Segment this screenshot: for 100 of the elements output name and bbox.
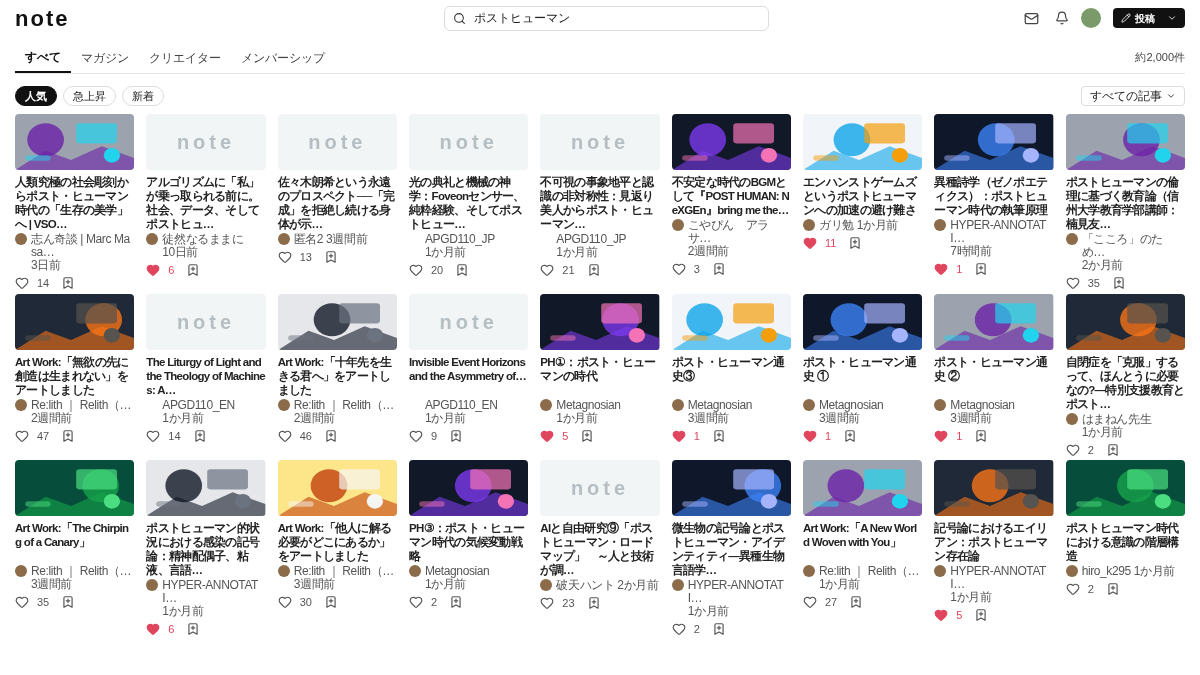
author-name[interactable]: HYPER-ANNOTATI… — [162, 579, 266, 605]
tab[interactable]: マガジン — [71, 42, 139, 73]
magazine-add-icon[interactable] — [61, 428, 76, 443]
author-avatar[interactable] — [540, 398, 553, 411]
magazine-add-icon[interactable] — [711, 428, 726, 443]
author-name[interactable]: Metagnosian — [687, 398, 752, 412]
like-icon[interactable] — [409, 263, 423, 278]
author-name[interactable]: APGD110_EN — [162, 398, 235, 412]
like-icon[interactable] — [1065, 582, 1080, 597]
author-name[interactable]: APGD110_JP — [425, 233, 495, 246]
author-avatar[interactable] — [15, 565, 27, 577]
like-icon[interactable] — [803, 595, 817, 610]
article-title[interactable]: 微生物の記号論とポストヒューマン・アイデンティティ―異種生物言語学… — [671, 521, 791, 577]
like-icon[interactable] — [671, 262, 686, 277]
author-name[interactable]: Metagnosian — [819, 398, 884, 412]
article-title[interactable]: ポスト・ヒューマン通史③ — [671, 354, 791, 397]
article-title[interactable]: 異種詩学（ゼノポエティクス）：ポストヒューマン時代の執筆原理 — [934, 175, 1054, 217]
magazine-add-icon[interactable] — [323, 595, 338, 610]
author-name[interactable]: 徒然なるままに — [162, 233, 244, 246]
author-avatar[interactable] — [1065, 565, 1078, 577]
author-avatar[interactable] — [540, 579, 553, 591]
like-icon[interactable] — [146, 622, 161, 637]
author-name[interactable]: HYPER-ANNOTATI… — [950, 219, 1054, 245]
magazine-add-icon[interactable] — [974, 608, 989, 623]
article-title[interactable]: Invisible Event Horizons and the Asymmetry of… — [409, 354, 529, 397]
author-name[interactable]: こやぴん アラサ… — [687, 219, 791, 245]
tab[interactable]: クリエイター — [139, 42, 231, 73]
article-title[interactable]: 佐々木朗希という永遠のプロスペクト──「完成」を拒絶し続ける身体が示… — [277, 175, 397, 231]
like-icon[interactable] — [409, 428, 423, 443]
search-field[interactable]: ポストヒューマン — [444, 5, 770, 31]
author-avatar[interactable] — [15, 398, 27, 411]
like-icon[interactable] — [409, 595, 423, 610]
magazine-add-icon[interactable] — [711, 622, 726, 637]
magazine-add-icon[interactable] — [843, 428, 858, 443]
magazine-add-icon[interactable] — [192, 428, 207, 443]
like-icon[interactable] — [934, 262, 949, 277]
like-icon[interactable] — [146, 428, 161, 443]
author-avatar[interactable] — [803, 398, 815, 411]
like-icon[interactable] — [15, 595, 29, 610]
author-name[interactable]: 破天ハント — [556, 579, 615, 592]
author-avatar[interactable] — [409, 565, 421, 577]
author-name[interactable]: hiro_k295 — [1081, 565, 1131, 578]
like-icon[interactable] — [934, 608, 949, 623]
author-name[interactable]: 志ん奇談 | Marc Masa… — [31, 233, 135, 259]
article-title[interactable]: ポスト・ヒューマン通史 ① — [803, 354, 923, 397]
author-avatar[interactable] — [934, 565, 947, 577]
author-avatar[interactable] — [146, 579, 159, 591]
article-title[interactable]: 不可視の事象地平と認識の非対称性：見返り美人からポスト・ヒューマン… — [540, 175, 660, 231]
like-icon[interactable] — [803, 428, 817, 443]
author-avatar[interactable] — [671, 219, 684, 231]
tab[interactable]: メンバーシップ — [231, 42, 335, 73]
like-icon[interactable] — [803, 236, 817, 251]
author-avatar[interactable] — [803, 565, 815, 577]
article-title[interactable]: Art Work:「他人に解る必要がどこにあるか」をアートしました — [277, 521, 397, 563]
notification-icon[interactable] — [1055, 11, 1069, 25]
like-icon[interactable] — [540, 596, 555, 611]
author-name[interactable]: Re:lith ｜ Relith（… — [819, 565, 920, 578]
like-icon[interactable] — [934, 428, 949, 443]
author-name[interactable]: HYPER-ANNOTATI… — [687, 579, 791, 605]
author-avatar[interactable] — [277, 565, 290, 577]
like-icon[interactable] — [1065, 276, 1080, 291]
magazine-add-icon[interactable] — [61, 595, 76, 610]
article-title[interactable]: ポストヒューマンの倫理に基づく教育論（信州大学教育学部講師：楠見友… — [1065, 175, 1185, 231]
like-icon[interactable] — [15, 428, 29, 443]
author-name[interactable]: APGD110_EN — [425, 398, 498, 412]
author-name[interactable]: ガリ勉 — [819, 219, 854, 232]
author-avatar[interactable] — [934, 398, 947, 411]
magazine-add-icon[interactable] — [449, 595, 464, 610]
author-name[interactable]: Re:lith ｜ Relith（… — [293, 398, 394, 412]
magazine-add-icon[interactable] — [186, 263, 201, 278]
magazine-add-icon[interactable] — [849, 595, 864, 610]
magazine-add-icon[interactable] — [974, 428, 989, 443]
author-name[interactable]: Metagnosian — [556, 398, 621, 412]
magazine-add-icon[interactable] — [186, 622, 201, 637]
magazine-add-icon[interactable] — [586, 596, 601, 611]
filter-chip[interactable]: 人気 — [15, 86, 57, 106]
author-avatar[interactable] — [146, 233, 159, 245]
author-name[interactable]: HYPER-ANNOTATI… — [950, 565, 1054, 591]
magazine-add-icon[interactable] — [1105, 442, 1120, 457]
article-title[interactable]: PH①：ポスト・ヒューマンの時代 — [540, 354, 660, 397]
article-title[interactable]: ポストヒューマン的状況における感染の記号論：精神配偶子、粘液、言語… — [146, 521, 266, 577]
article-title[interactable]: Art Work:「十年先を生きる君へ」をアートしました — [277, 354, 397, 397]
article-title[interactable]: ポスト・ヒューマン通史 ② — [934, 354, 1054, 397]
author-name[interactable]: Re:lith ｜ Relith（… — [31, 565, 132, 578]
like-icon[interactable] — [1065, 442, 1080, 457]
like-icon[interactable] — [671, 428, 686, 443]
author-avatar[interactable] — [803, 219, 815, 231]
article-title[interactable]: Art Work:「無欲の先に創造は生まれない」をアートしました — [15, 354, 135, 397]
article-title[interactable]: Art Work:「The Chirping of a Canary」 — [15, 521, 135, 563]
article-title[interactable]: The Liturgy of Light and the Theology of Machines: A… — [146, 354, 266, 397]
author-name[interactable]: Metagnosian — [950, 398, 1015, 412]
author-avatar[interactable] — [15, 233, 27, 245]
magazine-add-icon[interactable] — [848, 236, 863, 251]
like-icon[interactable] — [146, 263, 161, 278]
article-title[interactable]: 人類究極の社会彫刻からポスト・ヒューマン時代の「生存の美学」へ | VSO… — [15, 175, 135, 231]
author-name[interactable]: はまねん先生 — [1081, 412, 1152, 426]
like-icon[interactable] — [540, 263, 555, 278]
mail-icon[interactable] — [1024, 10, 1039, 26]
author-name[interactable]: 「こころ」のため… — [1081, 233, 1185, 259]
like-icon[interactable] — [277, 595, 292, 610]
